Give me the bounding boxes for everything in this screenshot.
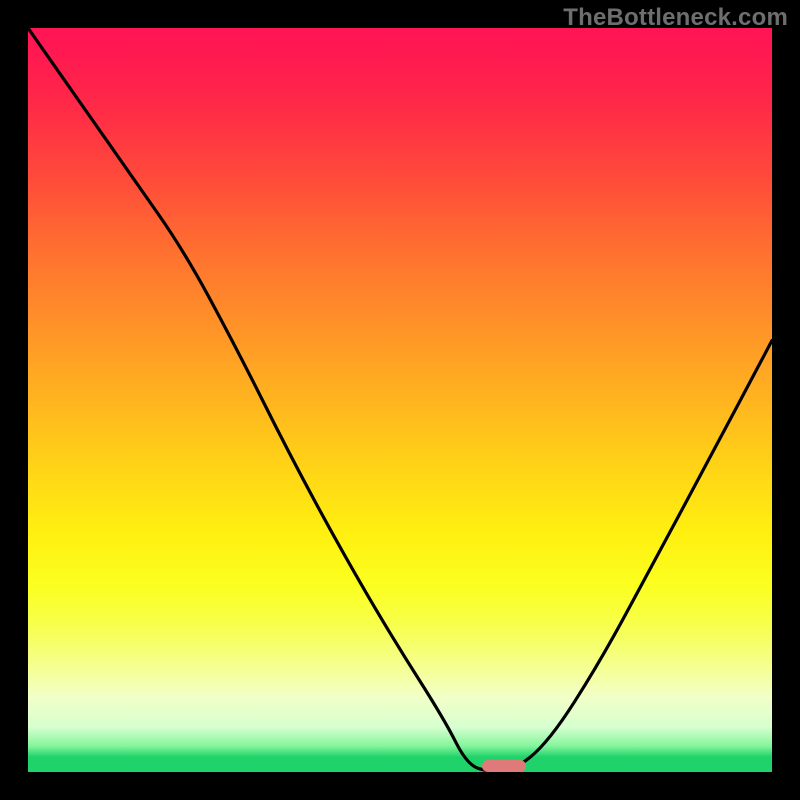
curve-path [28, 28, 772, 772]
watermark-text: TheBottleneck.com [563, 4, 788, 32]
bottleneck-curve [28, 28, 772, 772]
chart-frame: TheBottleneck.com [0, 0, 800, 800]
optimal-marker [482, 760, 527, 772]
plot-area [28, 28, 772, 772]
